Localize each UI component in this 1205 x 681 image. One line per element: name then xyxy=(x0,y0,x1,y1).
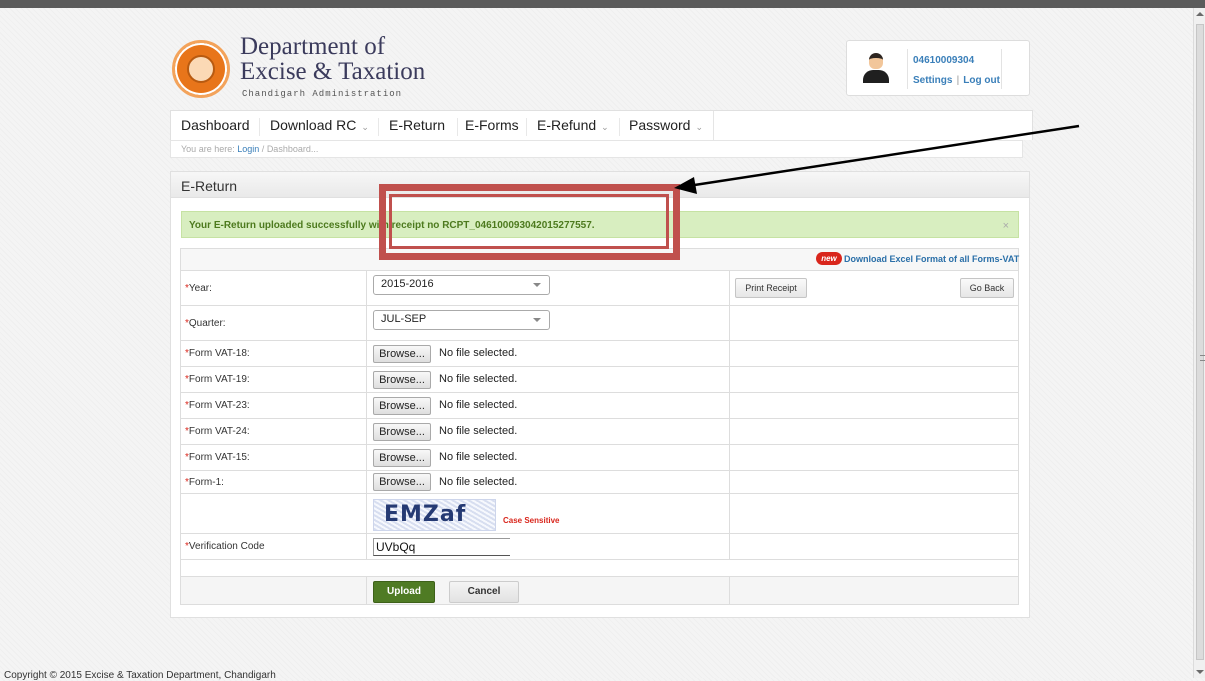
year-select[interactable]: 2015-2016 xyxy=(373,275,550,295)
file-row-vat-15: *Form VAT-15: Browse... No file selected. xyxy=(180,445,1019,471)
captcha-image: EMZaf xyxy=(373,499,496,531)
user-links: Settings | Log out xyxy=(913,75,1000,86)
browse-button-vat-24[interactable]: Browse... xyxy=(373,423,431,441)
nav-item-download-rc[interactable]: Download RC ⌄ xyxy=(270,117,369,133)
spacer-row xyxy=(180,560,1019,577)
browse-button-vat-23[interactable]: Browse... xyxy=(373,397,431,415)
breadcrumb: You are here: Login / Dashboard... xyxy=(170,140,1023,158)
go-back-button[interactable]: Go Back xyxy=(960,278,1014,298)
file-status: No file selected. xyxy=(439,476,518,488)
breadcrumb-current: Dashboard... xyxy=(266,144,319,154)
actions-row: Upload Cancel xyxy=(180,577,1019,605)
file-status: No file selected. xyxy=(439,347,518,359)
quarter-label: *Quarter: xyxy=(185,318,226,329)
settings-link[interactable]: Settings xyxy=(913,75,952,86)
new-badge: new xyxy=(816,252,842,265)
chevron-down-icon: ⌄ xyxy=(695,122,704,132)
highlight-box-inner xyxy=(389,194,669,249)
nav-item-e-refund[interactable]: E-Refund ⌄ xyxy=(537,117,609,133)
verification-row: *Verification Code xyxy=(180,534,1019,560)
scroll-down-icon[interactable] xyxy=(1196,670,1204,674)
file-row-form-1: *Form-1: Browse... No file selected. xyxy=(180,471,1019,494)
browse-button-vat-18[interactable]: Browse... xyxy=(373,345,431,363)
year-label: *Year: xyxy=(185,283,212,294)
file-status: No file selected. xyxy=(439,425,518,437)
verification-code-input[interactable] xyxy=(373,538,510,556)
file-row-vat-23: *Form VAT-23: Browse... No file selected. xyxy=(180,393,1019,419)
year-row: *Year: 2015-2016 Print Receipt Go Back xyxy=(180,271,1019,306)
cancel-button[interactable]: Cancel xyxy=(449,581,519,603)
department-title-line2: Excise & Taxation xyxy=(240,58,426,85)
user-info-box: 04610009304 Settings | Log out xyxy=(846,40,1030,96)
browser-top-bar xyxy=(0,0,1205,8)
department-emblem-icon xyxy=(172,40,230,98)
nav-item-password[interactable]: Password ⌄ xyxy=(629,117,703,133)
quarter-select[interactable]: JUL-SEP xyxy=(373,310,550,330)
scroll-up-icon[interactable] xyxy=(1196,12,1204,16)
nav-item-dashboard[interactable]: Dashboard xyxy=(181,117,250,133)
department-subtitle: Chandigarh Administration xyxy=(242,89,403,99)
print-receipt-button[interactable]: Print Receipt xyxy=(735,278,807,298)
browse-button-vat-19[interactable]: Browse... xyxy=(373,371,431,389)
verification-label: *Verification Code xyxy=(185,541,265,552)
browse-button-form-1[interactable]: Browse... xyxy=(373,473,431,491)
upload-button[interactable]: Upload xyxy=(373,581,435,603)
file-row-vat-19: *Form VAT-19: Browse... No file selected. xyxy=(180,367,1019,393)
department-title: Department of Excise & Taxation xyxy=(240,34,425,84)
scrollbar-thumb[interactable] xyxy=(1196,24,1205,660)
captcha-row: EMZaf Case Sensitive xyxy=(180,494,1019,534)
user-id: 04610009304 xyxy=(913,55,975,66)
file-status: No file selected. xyxy=(439,399,518,411)
browse-button-vat-15[interactable]: Browse... xyxy=(373,449,431,467)
main-nav: Dashboard Download RC ⌄ E-Return E-Forms … xyxy=(170,110,1033,141)
chevron-down-icon xyxy=(533,318,541,322)
nav-item-e-return[interactable]: E-Return xyxy=(389,117,445,133)
download-excel-link[interactable]: Download Excel Format of all Forms-VAT xyxy=(844,254,1019,264)
file-status: No file selected. xyxy=(439,451,518,463)
footer-copyright: Copyright © 2015 Excise & Taxation Depar… xyxy=(4,670,276,681)
close-icon[interactable]: × xyxy=(1003,220,1009,232)
chevron-down-icon: ⌄ xyxy=(601,122,609,132)
chevron-down-icon xyxy=(533,283,541,287)
scrollbar-grip-icon xyxy=(1200,355,1205,361)
file-row-vat-18: *Form VAT-18: Browse... No file selected. xyxy=(180,341,1019,367)
panel-title: E-Return xyxy=(181,178,238,194)
logout-link[interactable]: Log out xyxy=(963,75,1000,86)
case-sensitive-note: Case Sensitive xyxy=(503,516,560,525)
breadcrumb-login-link[interactable]: Login xyxy=(237,144,259,154)
user-avatar-icon xyxy=(861,53,891,83)
chevron-down-icon: ⌄ xyxy=(361,122,369,132)
nav-item-e-forms[interactable]: E-Forms xyxy=(465,117,519,133)
quarter-row: *Quarter: JUL-SEP xyxy=(180,306,1019,341)
file-row-vat-24: *Form VAT-24: Browse... No file selected. xyxy=(180,419,1019,445)
file-status: No file selected. xyxy=(439,373,518,385)
department-title-line1: Department of xyxy=(240,33,386,60)
vertical-scrollbar[interactable] xyxy=(1193,8,1205,678)
